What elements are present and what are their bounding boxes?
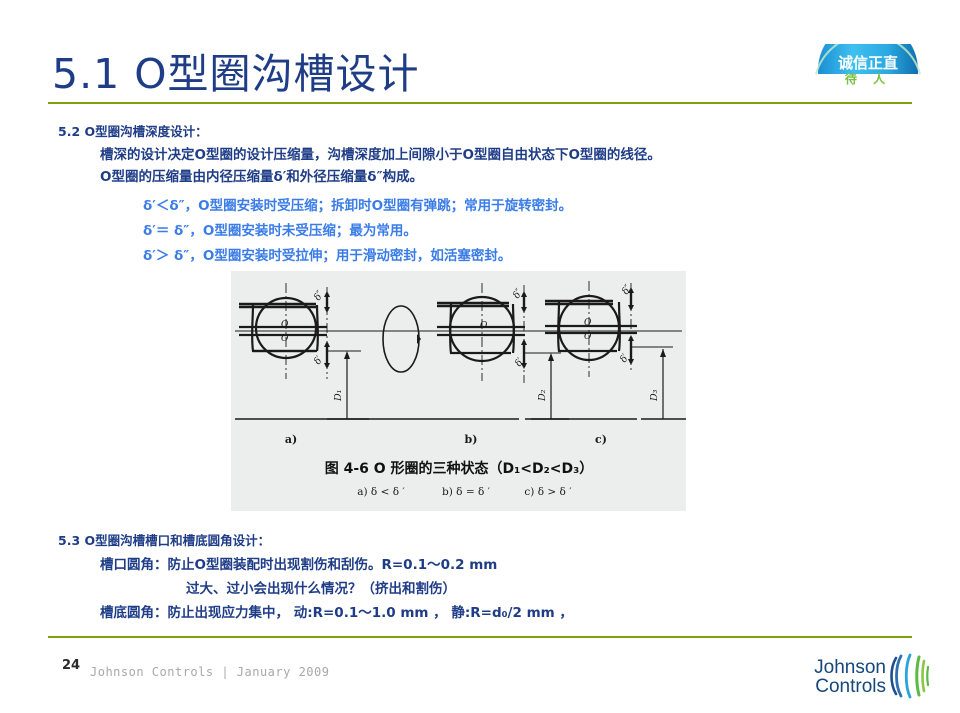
o-ring-three-states-figure: O O′ O O O′ δ″ δ′ D₁ δ″ δ′ D₂ δ″ δ′ D₃ a…	[231, 271, 686, 511]
values-logo-svg: 诚信正直 待 人	[815, 20, 921, 86]
section-52-bullet-3: δ′＞ δ″，O型圈安装时受拉伸；用于滑动密封，如活塞密封。	[143, 248, 512, 264]
values-arc-text: 诚信正直	[838, 54, 898, 72]
panel-c-center-label: O	[584, 318, 592, 328]
page-title: 5.1 O型圈沟槽设计	[52, 50, 420, 98]
section-52-line-1: 槽深的设计决定O型圈的设计压缩量，沟槽深度加上间隙小于O型圈自由状态下O型圈的线…	[100, 147, 661, 163]
jci-wordmark-line1: Johnson	[814, 657, 886, 678]
section-53-heading: 5.3 O型圈沟槽槽口和槽底圆角设计：	[58, 533, 271, 548]
panel-a-center-label: O	[281, 320, 289, 330]
footer-divider	[48, 636, 912, 638]
figure-drawing: O O′ O O O′ δ″ δ′ D₁ δ″ δ′ D₂ δ″ δ′ D₃ a…	[231, 271, 686, 511]
figure-caption-sub-c: c) δ > δ ′	[524, 486, 572, 498]
section-52-bullet-2: δ′＝ δ″，O型圈安装时未受压缩；最为常用。	[143, 223, 417, 239]
values-sub-text: 待 人	[845, 71, 891, 86]
figure-caption-sub-a: a) δ < δ ′	[357, 486, 405, 498]
slide-canvas: 5.1 O型圈沟槽设计 诚信正直 待 人 5.2 O型圈沟槽深度设计： 槽深的设…	[0, 0, 960, 713]
title-divider	[48, 102, 912, 104]
section-53-line-1: 槽口圆角：防止O型圈装配时出现割伤和刮伤。R=0.1～0.2 mm	[100, 557, 498, 573]
panel-c-label: c)	[595, 433, 607, 446]
section-53-line-2: 过大、过小会出现什么情况？（挤出和割伤）	[186, 581, 456, 597]
section-53-line-3: 槽底圆角：防止出现应力集中， 动:R=0.1～1.0 mm ， 静:R=d₀/2…	[100, 605, 573, 621]
page-number: 24	[62, 658, 81, 673]
panel-c-diameter: D₃	[649, 389, 660, 402]
panel-b-label: b)	[465, 433, 478, 446]
section-52-heading: 5.2 O型圈沟槽深度设计：	[58, 124, 208, 139]
panel-b-diameter: D₂	[537, 389, 548, 402]
footer-text: Johnson Controls | January 2009	[90, 665, 330, 679]
johnson-controls-logo: Johnson Controls	[782, 652, 932, 704]
section-52-line-2: O型圈的压缩量由内径压缩量δ′和外径压缩量δ″构成。	[100, 169, 424, 185]
panel-a-secondary-label: O′	[281, 334, 290, 344]
figure-caption-main: 图 4-6 O 形圈的三种状态（D₁<D₂<D₃）	[325, 460, 594, 477]
panel-b-center-label: O	[480, 321, 488, 331]
panel-a-label: a)	[285, 433, 297, 446]
panel-c-secondary-label: O′	[584, 332, 593, 342]
jci-wordmark-line2: Controls	[815, 676, 886, 698]
panel-a-diameter: D₁	[333, 390, 344, 402]
jci-wordmark: Johnson Controls	[782, 658, 886, 697]
section-52-bullet-1: δ′＜δ″，O型圈安装时受压缩；拆卸时O型圈有弹跳；常用于旋转密封。	[143, 198, 573, 214]
figure-caption-sub-b: b) δ = δ ′	[442, 486, 491, 498]
integrity-values-logo: 诚信正直 待 人	[812, 20, 924, 86]
jci-globe-mark	[890, 653, 930, 699]
